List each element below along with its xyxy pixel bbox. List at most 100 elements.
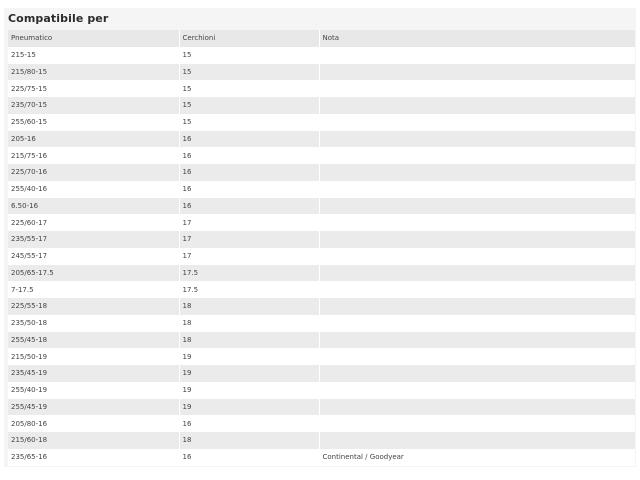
cell-nota [319, 164, 635, 181]
cell-cerchioni: 16 [179, 164, 320, 181]
cell-nota [319, 432, 635, 449]
cell-pneumatico: 6.50-16 [8, 197, 180, 215]
table-row: 205/65-17.5 17.5 [8, 264, 635, 282]
compatibility-table: Pneumatico Cerchioni Nota 215-15 15 215/80… [8, 30, 635, 466]
cell-nota [319, 415, 635, 432]
cell-cerchioni: 19 [179, 381, 320, 399]
cell-nota [319, 97, 635, 114]
cell-cerchioni: 16 [179, 415, 320, 432]
cell-pneumatico: 225/70-16 [8, 164, 180, 181]
cell-nota [319, 198, 635, 215]
cell-pneumatico: 215-15 [8, 46, 180, 64]
cell-pneumatico: 215/75-16 [8, 147, 180, 164]
cell-cerchioni: 17 [179, 214, 320, 231]
cell-nota [319, 64, 635, 81]
cell-cerchioni: 16 [179, 197, 320, 215]
cell-cerchioni: 16 [179, 180, 320, 198]
table-row: 205-16 16 [8, 130, 635, 148]
cell-nota [319, 365, 635, 382]
cell-cerchioni: 17 [179, 231, 320, 248]
table-row: 225/55-18 18 [8, 298, 635, 315]
cell-nota [319, 231, 635, 248]
table-row: 245/55-17 17 [8, 247, 635, 265]
table-row: 235/50-18 18 [8, 314, 635, 332]
cell-cerchioni: 19 [179, 365, 320, 382]
cell-pneumatico: 205-16 [8, 130, 180, 148]
table-row: 235/65-16 16 Continental / Goodyear [8, 448, 635, 466]
compatibility-panel: Compatibile per Pneumatico Cerchioni Not… [4, 8, 636, 467]
cell-pneumatico: 205/65-17.5 [8, 264, 180, 282]
cell-cerchioni: 15 [179, 97, 320, 114]
cell-pneumatico: 215/60-18 [8, 432, 180, 449]
cell-pneumatico: 225/55-18 [8, 298, 180, 315]
cell-cerchioni: 18 [179, 314, 320, 332]
cell-nota [319, 382, 635, 399]
section-title: Compatibile per [8, 12, 109, 25]
table-row: 215/50-19 19 [8, 348, 635, 365]
cell-nota [319, 147, 635, 164]
cell-nota [319, 80, 635, 97]
cell-cerchioni: 16 [179, 147, 320, 164]
table-row: 215/75-16 16 [8, 147, 635, 164]
cell-pneumatico: 255/40-19 [8, 381, 180, 399]
cell-nota [319, 298, 635, 315]
cell-pneumatico: 215/50-19 [8, 348, 180, 365]
table-row: 255/45-19 19 [8, 398, 635, 416]
cell-nota [319, 114, 635, 131]
cell-cerchioni: 15 [179, 113, 320, 131]
cell-pneumatico: 255/60-15 [8, 113, 180, 131]
table-row: 225/70-16 16 [8, 164, 635, 181]
table-row: 225/75-15 15 [8, 80, 635, 97]
cell-cerchioni: 18 [179, 331, 320, 349]
column-header-cerchioni: Cerchioni [179, 30, 320, 47]
cell-pneumatico: 225/75-15 [8, 80, 180, 97]
table-row: 235/55-17 17 [8, 231, 635, 248]
cell-nota [319, 131, 635, 148]
table-row: 205/80-16 16 [8, 415, 635, 432]
cell-nota [319, 47, 635, 64]
cell-cerchioni: 18 [179, 432, 320, 449]
cell-pneumatico: 7-17.5 [8, 281, 180, 298]
table-row: 255/60-15 15 [8, 113, 635, 131]
cell-pneumatico: 255/45-19 [8, 398, 180, 416]
cell-nota [319, 181, 635, 198]
cell-nota [319, 315, 635, 332]
cell-pneumatico: 235/45-19 [8, 365, 180, 382]
cell-nota [319, 399, 635, 416]
column-header-pneumatico: Pneumatico [8, 30, 180, 47]
table-row: 7-17.5 17.5 [8, 281, 635, 298]
table-row: 235/70-15 15 [8, 97, 635, 114]
table-row: 6.50-16 16 [8, 197, 635, 215]
cell-nota [319, 348, 635, 365]
table-row: 225/60-17 17 [8, 214, 635, 231]
cell-nota [319, 281, 635, 298]
table-row: 255/40-19 19 [8, 381, 635, 399]
cell-pneumatico: 215/80-15 [8, 63, 180, 81]
cell-cerchioni: 18 [179, 298, 320, 315]
cell-cerchioni: 16 [179, 448, 320, 466]
cell-pneumatico: 235/65-16 [8, 448, 180, 466]
table-row: 215-15 15 [8, 46, 635, 64]
table-body: 215-15 15 215/80-15 15 225/75-15 15 235/70-15 1… [8, 46, 635, 466]
column-header-nota: Nota [322, 34, 340, 43]
cell-cerchioni: 15 [179, 46, 320, 64]
cell-cerchioni: 16 [179, 130, 320, 148]
cell-pneumatico: 235/70-15 [8, 97, 180, 114]
cell-nota [319, 265, 635, 282]
cell-pneumatico: 235/50-18 [8, 314, 180, 332]
cell-nota [319, 214, 635, 231]
cell-pneumatico: 225/60-17 [8, 214, 180, 231]
table-row: 255/40-16 16 [8, 180, 635, 198]
cell-pneumatico: 235/55-17 [8, 231, 180, 248]
cell-cerchioni: 19 [179, 398, 320, 416]
cell-pneumatico: 205/80-16 [8, 415, 180, 432]
cell-nota [319, 332, 635, 349]
cell-pneumatico: 255/40-16 [8, 180, 180, 198]
cell-cerchioni: 15 [179, 80, 320, 97]
cell-cerchioni: 17.5 [179, 264, 320, 282]
cell-cerchioni: 19 [179, 348, 320, 365]
cell-cerchioni: 17.5 [179, 281, 320, 298]
cell-nota [319, 248, 635, 265]
cell-pneumatico: 255/45-18 [8, 331, 180, 349]
table-row: 255/45-18 18 [8, 331, 635, 349]
